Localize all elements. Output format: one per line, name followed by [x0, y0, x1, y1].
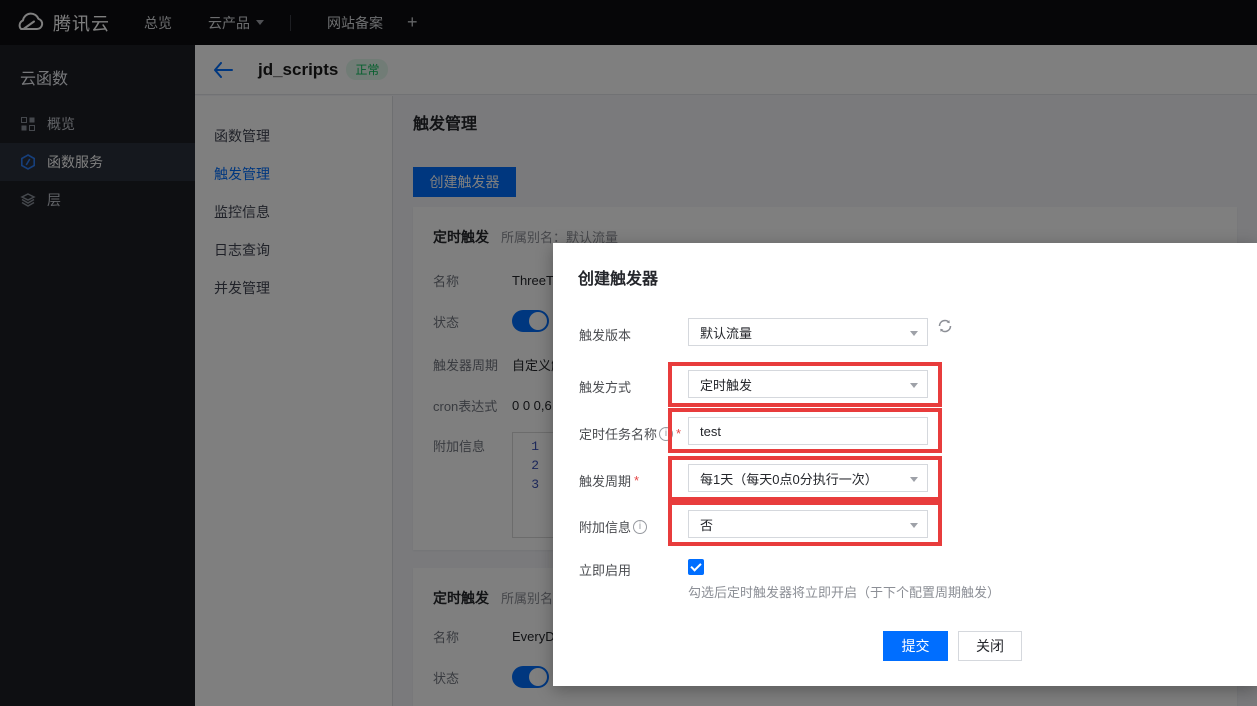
trigger-method-label: 触发方式: [579, 377, 631, 396]
modal-title: 创建触发器: [578, 265, 658, 289]
extra-info-label-text: 附加信息: [579, 517, 631, 536]
enable-now-label: 立即启用: [579, 560, 631, 579]
trigger-method-value: 定时触发: [700, 375, 752, 394]
close-button[interactable]: 关闭: [958, 631, 1022, 661]
task-name-label: 定时任务名称 i *: [579, 424, 681, 443]
page-root: 腾讯云 总览 云产品 网站备案 + 云函数 概览: [0, 0, 1257, 706]
task-name-input[interactable]: [700, 424, 916, 439]
chevron-down-icon: [910, 523, 918, 528]
submit-button[interactable]: 提交: [883, 631, 948, 661]
trigger-version-value: 默认流量: [700, 323, 752, 342]
trigger-period-label: 触发周期 *: [579, 471, 639, 490]
extra-info-label: 附加信息 i: [579, 517, 647, 536]
refresh-icon[interactable]: [937, 318, 953, 339]
task-name-input-wrap: [688, 417, 928, 445]
trigger-version-select[interactable]: 默认流量: [688, 318, 928, 346]
trigger-period-value: 每1天（每天0点0分执行一次）: [700, 469, 878, 488]
chevron-down-icon: [910, 477, 918, 482]
task-name-label-text: 定时任务名称: [579, 424, 657, 443]
info-icon[interactable]: i: [659, 427, 673, 441]
trigger-period-select[interactable]: 每1天（每天0点0分执行一次）: [688, 464, 928, 492]
enable-now-checkbox[interactable]: [688, 559, 704, 575]
extra-info-select[interactable]: 否: [688, 510, 928, 538]
enable-now-hint: 勾选后定时触发器将立即开启（于下个配置周期触发）: [688, 582, 1000, 601]
trigger-version-label: 触发版本: [579, 325, 631, 344]
required-mark: *: [634, 473, 639, 488]
chevron-down-icon: [910, 331, 918, 336]
trigger-method-select[interactable]: 定时触发: [688, 370, 928, 398]
trigger-period-label-text: 触发周期: [579, 471, 631, 490]
create-trigger-modal: 创建触发器 触发版本 默认流量 触发方式 定时触发 定时任务名称 i *: [553, 243, 1257, 686]
extra-info-value: 否: [700, 515, 713, 534]
chevron-down-icon: [910, 383, 918, 388]
info-icon[interactable]: i: [633, 520, 647, 534]
required-mark: *: [676, 426, 681, 441]
